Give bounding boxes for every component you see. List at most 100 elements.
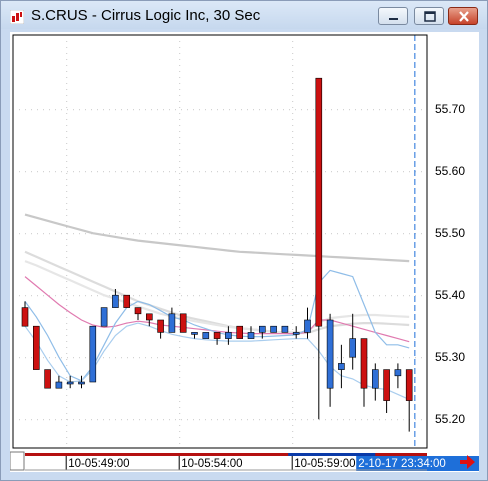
grid-dot	[235, 419, 236, 421]
grid-dot	[179, 47, 181, 48]
candle-body	[89, 325, 97, 383]
grid-dot	[61, 109, 62, 111]
minimize-button[interactable]	[378, 7, 408, 25]
grid-dot	[307, 419, 308, 421]
grid-dot	[292, 371, 294, 372]
grid-dot	[121, 171, 122, 173]
grid-dot	[217, 171, 218, 173]
grid-dot	[367, 295, 368, 297]
grid-dot	[179, 161, 181, 162]
grid-dot	[283, 295, 284, 297]
price-chart[interactable]: 55.70 55.60 55.50 55.40 55.30 55.20 10-05:49:…	[9, 32, 484, 472]
grid-dot	[109, 357, 110, 359]
grid-dot	[199, 295, 200, 297]
grid-dot	[379, 419, 380, 421]
grid-dot	[179, 425, 181, 426]
grid-dot	[235, 233, 236, 235]
grid-dot	[151, 357, 152, 359]
grid-dot	[385, 171, 386, 173]
grid-dot	[307, 171, 308, 173]
grid-dot	[49, 171, 50, 173]
grid-dot	[295, 419, 296, 421]
grid-dot	[292, 287, 294, 288]
grid-dot	[349, 233, 350, 235]
grid-dot	[229, 357, 230, 359]
grid-dot	[121, 419, 122, 421]
grid-dot	[295, 171, 296, 173]
grid-dot	[217, 233, 218, 235]
grid-dot	[403, 357, 404, 359]
close-button[interactable]	[448, 7, 478, 25]
grid-dot	[271, 357, 272, 359]
grid-dot	[55, 419, 56, 421]
title-bar[interactable]: S.CRUS - Cirrus Logic Inc, 30 Sec	[1, 1, 487, 29]
grid-dot	[229, 233, 230, 235]
scroll-thumb[interactable]	[288, 453, 376, 456]
grid-dot	[397, 233, 398, 235]
grid-dot	[217, 109, 218, 111]
grid-dot	[271, 171, 272, 173]
grid-dot	[235, 109, 236, 111]
grid-dot	[292, 329, 294, 330]
grid-dot	[66, 95, 68, 96]
maximize-button[interactable]	[414, 7, 444, 25]
candle	[146, 313, 153, 327]
grid-dot	[292, 275, 294, 276]
grid-dot	[199, 419, 200, 421]
grid-dot	[179, 293, 181, 294]
grid-dot	[289, 171, 290, 173]
indicator-line	[24, 213, 410, 263]
grid-dot	[292, 365, 294, 366]
grid-dot	[211, 171, 212, 173]
grid-dot	[66, 245, 68, 246]
grid-dot	[145, 419, 146, 421]
grid-dot	[66, 59, 68, 60]
grid-dot	[292, 401, 294, 402]
grid-dot	[292, 137, 294, 138]
grid-dot	[292, 305, 294, 306]
grid-dot	[229, 419, 230, 421]
grid-dot	[175, 109, 176, 111]
grid-dot	[151, 295, 152, 297]
grid-dot	[349, 109, 350, 111]
grid-dot	[247, 419, 248, 421]
grid-dot	[292, 47, 294, 48]
grid-dot	[295, 233, 296, 235]
grid-dot	[66, 251, 68, 252]
grid-dot	[331, 295, 332, 297]
grid-dot	[139, 295, 140, 297]
grid-dot	[179, 395, 181, 396]
grid-dot	[247, 171, 248, 173]
grid-dot	[292, 203, 294, 204]
scroll-box[interactable]	[9, 451, 25, 471]
grid-dot	[337, 357, 338, 359]
grid-dot	[66, 407, 68, 408]
grid-dot	[25, 171, 26, 173]
grid-dot	[343, 109, 344, 111]
grid-dot	[66, 77, 68, 78]
crosshair: 2-10-17 23:34:00	[356, 35, 484, 471]
grid-dot	[211, 419, 212, 421]
grid-dot	[31, 357, 32, 359]
grid-dot	[139, 419, 140, 421]
grid-dot	[127, 171, 128, 173]
grid-dot	[66, 233, 68, 234]
grid-dot	[292, 197, 294, 198]
grid-dot	[66, 413, 68, 414]
grid-dot	[343, 233, 344, 235]
grid-dot	[37, 109, 38, 111]
grid-dot	[259, 419, 260, 421]
grid-dot	[66, 287, 68, 288]
candle-body	[236, 325, 243, 339]
grid-dot	[66, 281, 68, 282]
grid-dot	[109, 171, 110, 173]
grid-dot	[66, 323, 68, 324]
grid-dot	[109, 109, 110, 111]
grid-dot	[223, 109, 224, 111]
close-icon	[459, 11, 469, 22]
grid-dot	[66, 311, 68, 312]
chart-area[interactable]: 55.70 55.60 55.50 55.40 55.30 55.20 10-05:49:…	[9, 32, 484, 472]
grid-dot	[67, 357, 68, 359]
grid-dot	[133, 357, 134, 359]
grid-dot	[66, 143, 68, 144]
